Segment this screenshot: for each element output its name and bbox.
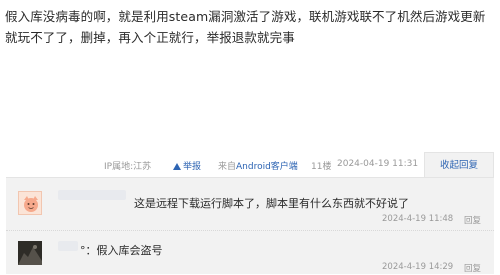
reply-text: °：假入库会盗号 — [80, 244, 163, 257]
reply-text: 这是远程下载运行脚本了，脚本里有什么东西就不好说了 — [134, 197, 409, 210]
client-prefix: 来自 — [218, 162, 237, 172]
ip-location: IP属地:江苏 — [104, 162, 152, 172]
reply-username-redacted[interactable] — [58, 190, 126, 200]
reply-button[interactable]: 回复 — [464, 262, 481, 274]
reply-item: °：假入库会盗号 2024-4-19 14:29 回复 — [6, 231, 494, 275]
warning-icon — [173, 163, 181, 170]
collapse-replies-button[interactable]: 收起回复 — [424, 152, 494, 178]
reply-username-redacted[interactable] — [58, 241, 78, 251]
reply-datetime: 2024-4-19 14:29 — [382, 262, 454, 272]
report-link[interactable]: 举报 — [173, 159, 201, 172]
avatar-graphic — [19, 192, 41, 214]
post-datetime: 2024-04-19 11:31 — [337, 159, 419, 169]
reply-button[interactable]: 回复 — [464, 214, 481, 226]
client-link[interactable]: Android客户端 — [236, 162, 298, 172]
post-content: 假入库没病毒的啊，就是利用steam漏洞激活了游戏，联机游戏联不了机然后游戏更新… — [5, 9, 486, 45]
report-label: 举报 — [183, 162, 202, 172]
post-meta-bar: IP属地:江苏 举报 来自Android客户端 11楼 2024-04-19 1… — [0, 152, 500, 178]
client-info: 来自Android客户端 — [218, 159, 298, 172]
reply-datetime: 2024-4-19 11:48 — [382, 214, 454, 224]
reply-item: 这是远程下载运行脚本了，脚本里有什么东西就不好说了 2024-4-19 11:4… — [6, 178, 494, 231]
floor-number: 11楼 — [311, 162, 332, 172]
reply-panel: 这是远程下载运行脚本了，脚本里有什么东西就不好说了 2024-4-19 11:4… — [6, 177, 494, 274]
dark-photo-avatar-icon[interactable] — [18, 241, 42, 265]
cartoon-avatar-icon[interactable] — [18, 191, 42, 215]
avatar-graphic — [18, 241, 42, 265]
